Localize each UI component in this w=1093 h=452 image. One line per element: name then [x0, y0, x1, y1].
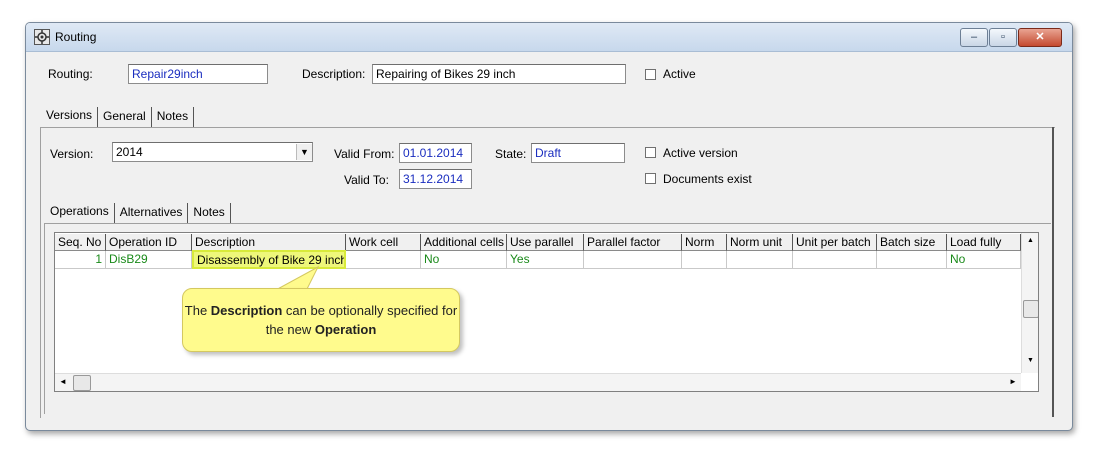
cell-load-fully[interactable]: No: [947, 251, 1021, 269]
close-icon: ✕: [1035, 31, 1045, 43]
cell-seq-no[interactable]: 1: [55, 251, 106, 269]
cell-parallel-factor[interactable]: [584, 251, 682, 269]
version-select[interactable]: 2014: [112, 142, 313, 162]
scroll-right-icon[interactable]: ►: [1009, 377, 1017, 386]
scroll-left-icon[interactable]: ◄: [59, 377, 67, 386]
state-label: State:: [495, 147, 527, 161]
col-header-use-parallel[interactable]: Use parallel: [507, 234, 584, 251]
state-field[interactable]: Draft: [531, 143, 625, 163]
dropdown-chevron-icon[interactable]: ▼: [296, 144, 312, 160]
active-label: Active: [663, 67, 696, 81]
valid-to-label: Valid To:: [344, 173, 389, 187]
horizontal-scroll-thumb[interactable]: [73, 375, 91, 391]
col-header-operation-id[interactable]: Operation ID: [106, 234, 192, 251]
tab-notes[interactable]: Notes: [152, 107, 195, 127]
col-header-unit-per-batch[interactable]: Unit per batch: [793, 234, 877, 251]
close-button[interactable]: ✕: [1018, 28, 1062, 47]
documents-exist-label: Documents exist: [663, 172, 752, 186]
window-title: Routing: [55, 30, 97, 44]
scroll-up-icon[interactable]: ▲: [1022, 237, 1038, 244]
title-bar[interactable]: Routing – ▫ ✕: [26, 23, 1072, 52]
routing-input[interactable]: Repair29inch: [128, 64, 268, 84]
cell-unit-per-batch[interactable]: [793, 251, 877, 269]
tab-sub-notes[interactable]: Notes: [188, 203, 231, 223]
version-value: 2014: [116, 145, 143, 159]
tab-operations[interactable]: Operations: [45, 203, 115, 223]
active-checkbox[interactable]: [645, 69, 656, 80]
minimize-button[interactable]: –: [960, 28, 988, 47]
active-version-label: Active version: [663, 146, 738, 160]
cell-use-parallel[interactable]: Yes: [507, 251, 584, 269]
col-header-parallel-factor[interactable]: Parallel factor: [584, 234, 682, 251]
col-header-additional-cells[interactable]: Additional cells: [421, 234, 507, 251]
col-header-norm-unit[interactable]: Norm unit: [727, 234, 793, 251]
valid-to-input[interactable]: 31.12.2014: [399, 169, 472, 189]
cell-norm[interactable]: [682, 251, 727, 269]
cell-work-cell[interactable]: [346, 251, 421, 269]
col-header-batch-size[interactable]: Batch size: [877, 234, 947, 251]
callout-text-1: The: [184, 303, 211, 318]
col-header-load-fully[interactable]: Load fully: [947, 234, 1021, 251]
panel-edge: [1052, 127, 1054, 417]
col-header-description[interactable]: Description: [192, 234, 346, 251]
valid-from-label: Valid From:: [334, 147, 395, 161]
tab-alternatives[interactable]: Alternatives: [115, 203, 189, 223]
routing-window: Routing – ▫ ✕ Routing: Repair29inch Desc…: [25, 22, 1073, 431]
valid-from-input[interactable]: 01.01.2014: [399, 143, 472, 163]
description-input[interactable]: Repairing of Bikes 29 inch: [372, 64, 626, 84]
description-label: Description:: [302, 67, 366, 81]
cell-batch-size[interactable]: [877, 251, 947, 269]
col-header-norm[interactable]: Norm: [682, 234, 727, 251]
maximize-icon: ▫: [1001, 31, 1005, 43]
horizontal-scrollbar[interactable]: ◄ ►: [55, 373, 1021, 391]
version-label: Version:: [50, 147, 94, 161]
callout-bold-description: Description: [210, 303, 283, 318]
col-header-work-cell[interactable]: Work cell: [346, 234, 421, 251]
callout-bold-operation: Operation: [314, 322, 377, 337]
cell-norm-unit[interactable]: [727, 251, 793, 269]
sub-tabs: Operations Alternatives Notes: [45, 203, 231, 223]
routing-app-icon: [34, 29, 50, 45]
scroll-down-icon[interactable]: ▼: [1022, 357, 1038, 364]
minimize-icon: –: [970, 31, 978, 43]
routing-label: Routing:: [48, 67, 93, 81]
vertical-scrollbar[interactable]: ▲ ▼: [1021, 233, 1038, 373]
vertical-scroll-thumb[interactable]: [1023, 300, 1038, 318]
maximize-button[interactable]: ▫: [989, 28, 1017, 47]
tab-general[interactable]: General: [98, 107, 152, 127]
cell-additional-cells[interactable]: No: [421, 251, 507, 269]
active-version-checkbox[interactable]: [645, 147, 656, 158]
tooltip-callout: The Description can be optionally specif…: [182, 288, 460, 352]
col-header-seq-no[interactable]: Seq. No: [55, 234, 106, 251]
main-tabs: Versions General Notes: [41, 107, 195, 127]
documents-exist-checkbox[interactable]: [645, 173, 656, 184]
cell-operation-id[interactable]: DisB29: [106, 251, 192, 269]
tab-versions[interactable]: Versions: [41, 107, 99, 127]
